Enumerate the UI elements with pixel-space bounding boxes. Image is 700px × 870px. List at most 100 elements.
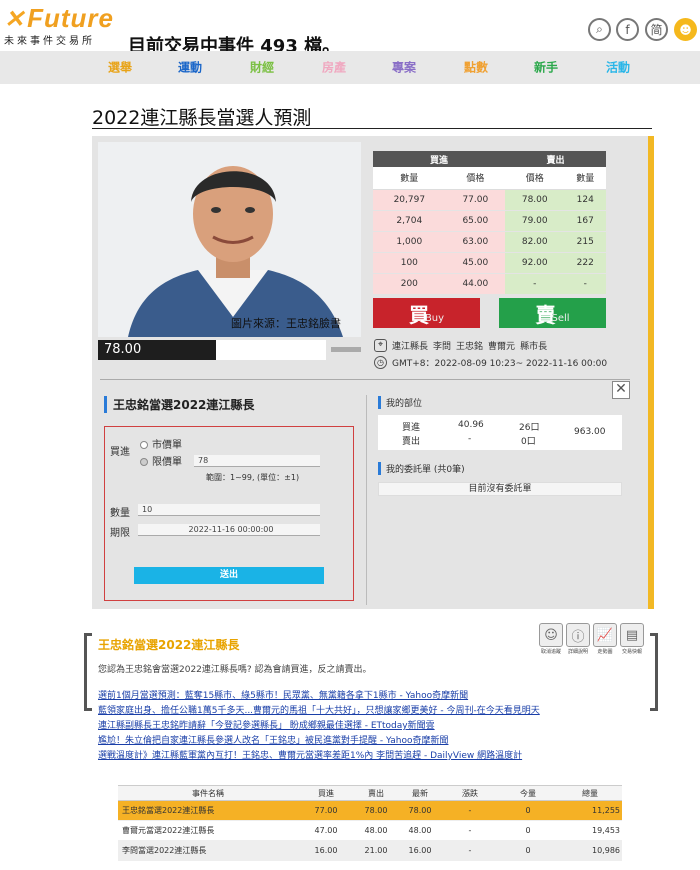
candidate-portrait xyxy=(98,142,361,337)
event-table-cell: - xyxy=(442,800,498,821)
logo[interactable]: ✕Future xyxy=(4,3,113,33)
simplified-chinese-icon[interactable]: 简 xyxy=(645,18,668,41)
order-book-ask-price[interactable]: 82.00 xyxy=(505,231,565,253)
user-icon[interactable]: ☻ xyxy=(674,18,697,41)
news-link[interactable]: 藍領家庭出身、擔任公職1萬5千多天...曹爾元的馬祖「十大共好」，只想讓家鄉更美… xyxy=(98,703,540,716)
position-sell-price: - xyxy=(468,434,472,444)
newspaper-icon[interactable]: ▤ xyxy=(620,623,644,647)
event-table-cell: - xyxy=(442,820,498,841)
order-book-ask-price[interactable]: - xyxy=(505,273,565,295)
buy-sub-label: Buy xyxy=(424,312,445,324)
tag-item[interactable]: 縣市長 xyxy=(520,339,547,352)
event-table-cell: 10,986 xyxy=(558,840,622,861)
tool-label: 取消追蹤 xyxy=(540,649,561,655)
radio-checked-icon xyxy=(140,458,148,466)
position-title: 我的部位 xyxy=(378,396,422,409)
order-book-ask-qty[interactable]: 124 xyxy=(564,189,606,211)
position-buy-label: 買進 xyxy=(402,423,421,433)
order-book-sell-header: 賣出 xyxy=(505,151,606,167)
clock-icon: ◷ xyxy=(374,356,387,369)
order-book-ask-qty[interactable]: 167 xyxy=(564,210,606,232)
trend-chart-icon[interactable]: 📈 xyxy=(593,623,617,647)
event-table-row[interactable]: 李問當選2022連江縣長 16.00 21.00 16.00-0 10,986 xyxy=(118,840,622,861)
tags-row: ⌖ 連江縣長 李問 王忠銘 曹爾元 縣市長 xyxy=(374,339,547,352)
facebook-icon[interactable]: f xyxy=(616,18,639,41)
order-book-bid-qty[interactable]: 20,797 xyxy=(373,189,446,211)
news-link[interactable]: 選戰溫度計》連江縣藍軍黨內互打！王銘忠、曹爾元當選率差距1%內 李問苦追趕 - … xyxy=(98,748,522,761)
order-book-ask-qty[interactable]: - xyxy=(564,273,606,295)
limit-price-input[interactable]: 78 xyxy=(194,455,320,467)
limit-order-radio[interactable]: 限價單 xyxy=(140,453,182,468)
nav-item[interactable]: 活動 xyxy=(606,59,630,76)
order-book-bid-price[interactable]: 63.00 xyxy=(445,231,506,253)
order-book-row: 2,704 65.00 79.00 167 xyxy=(373,210,606,232)
current-price: 78.00 xyxy=(98,340,216,360)
sell-button[interactable]: 賣 Sell xyxy=(499,298,606,328)
event-table-cell: 47.00 xyxy=(298,820,354,841)
order-book-ask-qty[interactable]: 222 xyxy=(564,252,606,274)
event-table-header: 漲跌 xyxy=(442,785,498,801)
tool-label: 詳細說明 xyxy=(567,649,588,655)
expiry-input[interactable]: 2022-11-16 00:00:00 xyxy=(138,524,320,536)
panel-accent-bar xyxy=(648,136,654,609)
event-table-row[interactable]: 王忠銘當選2022連江縣長 77.00 78.00 78.00-0 11,255 xyxy=(118,800,622,821)
tag-item[interactable]: 王忠銘 xyxy=(456,339,483,352)
tag-item[interactable]: 曹爾元 xyxy=(488,339,515,352)
price-bar xyxy=(216,340,326,360)
close-icon[interactable]: ✕ xyxy=(612,381,630,399)
candidate-photo: 圖片來源：王忠銘臉書 xyxy=(98,142,361,337)
event-table-cell: 78.00 xyxy=(398,800,442,821)
event-name-link[interactable]: 王忠銘當選2022連江縣長 xyxy=(118,800,298,821)
nav-item[interactable]: 財經 xyxy=(250,59,274,76)
order-book-ask-qty[interactable]: 215 xyxy=(564,231,606,253)
event-table-cell: 16.00 xyxy=(398,840,442,861)
event-table-cell: 19,453 xyxy=(558,820,622,841)
photo-caption: 圖片來源：王忠銘臉書 xyxy=(231,317,341,330)
event-table-header: 買進 xyxy=(298,785,354,801)
col-ask-price: 價格 xyxy=(505,167,565,190)
news-link[interactable]: 連江縣副縣長王忠銘昨請辭「今登記參選縣長」 盼成鄉親最佳選擇 - ETtoday… xyxy=(98,718,435,731)
event-table-cell: 0 xyxy=(498,840,558,861)
nav-item[interactable]: 選舉 xyxy=(108,59,132,76)
nav-item[interactable]: 專案 xyxy=(392,59,416,76)
order-book-bid-price[interactable]: 44.00 xyxy=(445,273,506,295)
unfollow-icon[interactable]: ☺ xyxy=(539,623,563,647)
nav-item[interactable]: 房產 xyxy=(322,59,346,76)
tag-item[interactable]: 李問 xyxy=(433,339,451,352)
order-book-ask-price[interactable]: 79.00 xyxy=(505,210,565,232)
order-book-ask-price[interactable]: 78.00 xyxy=(505,189,565,211)
order-book-bid-qty[interactable]: 200 xyxy=(373,273,446,295)
order-book-bid-price[interactable]: 77.00 xyxy=(445,189,506,211)
event-table-cell: 78.00 xyxy=(354,800,398,821)
submit-button[interactable]: 送出 xyxy=(134,567,324,584)
info-icon[interactable]: ⓘ xyxy=(566,623,590,647)
order-book-bid-price[interactable]: 45.00 xyxy=(445,252,506,274)
order-book-bid-qty[interactable]: 2,704 xyxy=(373,210,446,232)
event-table-cell: 21.00 xyxy=(354,840,398,861)
market-order-radio[interactable]: 市價單 xyxy=(140,436,182,451)
col-bid-price: 價格 xyxy=(445,167,506,190)
logo-subtitle: 未來事件交易所 xyxy=(4,36,95,47)
buy-button[interactable]: 買 Buy xyxy=(373,298,480,328)
section-divider xyxy=(100,379,630,380)
search-icon[interactable]: ⌕ xyxy=(588,18,611,41)
tool-label: 交易快報 xyxy=(621,649,642,655)
order-book-bid-qty[interactable]: 100 xyxy=(373,252,446,274)
logo-x-icon: ✕ xyxy=(4,6,26,33)
qty-input[interactable]: 10 xyxy=(138,504,320,516)
event-table-cell: - xyxy=(442,840,498,861)
order-book-ask-price[interactable]: 92.00 xyxy=(505,252,565,274)
limit-order-label: 限價單 xyxy=(152,457,182,468)
order-book-bid-qty[interactable]: 1,000 xyxy=(373,231,446,253)
nav-item[interactable]: 點數 xyxy=(464,59,488,76)
tag-item[interactable]: 連江縣長 xyxy=(392,339,428,352)
event-table-row[interactable]: 曹爾元當選2022連江縣長 47.00 48.00 48.00-0 19,453 xyxy=(118,820,622,841)
nav-item[interactable]: 新手 xyxy=(534,59,558,76)
event-name-link[interactable]: 李問當選2022連江縣長 xyxy=(118,840,298,861)
news-link[interactable]: 尷尬！朱立倫把自家連江縣長參選人改名「王銘忠」被民進黨對手提醒 - Yahoo奇… xyxy=(98,733,448,746)
col-bid-qty: 數量 xyxy=(373,167,446,190)
nav-item[interactable]: 運動 xyxy=(178,59,202,76)
event-name-link[interactable]: 曹爾元當選2022連江縣長 xyxy=(118,820,298,841)
order-book-bid-price[interactable]: 65.00 xyxy=(445,210,506,232)
news-link[interactable]: 選前1個月當選預測：藍奪15縣市、綠5縣市！民眾黨、無黨籍各拿下1縣市 - Ya… xyxy=(98,688,468,701)
